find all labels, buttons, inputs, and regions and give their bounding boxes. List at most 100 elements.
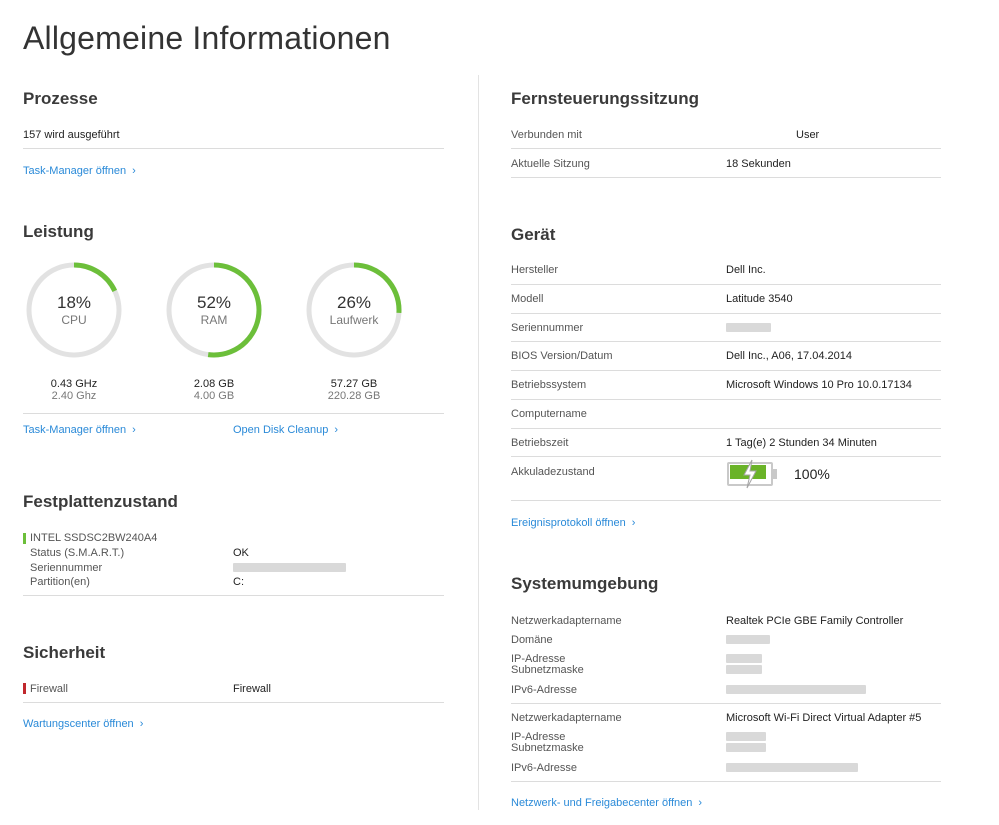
- status-indicator-ok: [23, 533, 26, 544]
- maintenance-center-link-label: Wartungscenter öffnen: [23, 718, 134, 730]
- ipv6-label: IPv6-Adresse: [511, 684, 578, 696]
- lightning-icon: [743, 459, 757, 489]
- battery-icon: [727, 459, 779, 489]
- device-row-value: Latitude 3540: [726, 293, 793, 305]
- chevron-right-icon: ›: [132, 424, 136, 436]
- session-label: Aktuelle Sitzung: [511, 158, 590, 170]
- redacted-ipv6: [726, 763, 858, 772]
- ram-value: 2.08 GB: [193, 378, 235, 390]
- disk-cleanup-link-label: Open Disk Cleanup: [233, 424, 329, 436]
- partition-label: Partition(en): [30, 576, 90, 588]
- divider: [511, 500, 941, 501]
- adapter-label: Netzwerkadaptername: [511, 615, 622, 627]
- redacted-serial: [233, 563, 346, 572]
- divider: [511, 428, 941, 429]
- event-log-link-label: Ereignisprotokoll öffnen: [511, 517, 626, 529]
- device-row-value: Dell Inc., A06, 17.04.2014: [726, 350, 852, 362]
- divider: [511, 781, 941, 782]
- disk-value: 57.27 GB: [330, 378, 378, 390]
- chevron-right-icon: ›: [698, 797, 703, 809]
- device-row-label: Betriebszeit: [511, 437, 569, 449]
- smart-status-value: OK: [233, 547, 249, 559]
- redacted-subnet: [726, 665, 762, 674]
- domain-label: Domäne: [511, 634, 553, 646]
- device-title: Gerät: [511, 225, 556, 244]
- task-manager-link-label: Task-Manager öffnen: [23, 165, 127, 177]
- redacted-ip: [726, 732, 766, 741]
- cpu-value: 0.43 GHz: [50, 378, 98, 390]
- device-row-label: Hersteller: [511, 264, 559, 276]
- performance-title: Leistung: [23, 222, 94, 241]
- connected-value: User: [796, 129, 820, 141]
- divider: [511, 399, 941, 400]
- divider: [23, 413, 444, 414]
- disk-percent: 26%: [336, 293, 372, 312]
- chevron-right-icon: ›: [334, 424, 339, 436]
- device-row-value: 1 Tag(e) 2 Stunden 34 Minuten: [726, 437, 877, 449]
- ram-label: RAM: [200, 313, 228, 327]
- remote-title: Fernsteuerungssitzung: [511, 89, 699, 108]
- device-row-label: BIOS Version/Datum: [511, 350, 613, 362]
- network-center-link[interactable]: Netzwerk- und Freigabecenter öffnen ›: [511, 797, 702, 809]
- drive-name: INTEL SSDSC2BW240A4: [30, 532, 158, 544]
- divider: [511, 284, 941, 285]
- task-manager-link[interactable]: Task-Manager öffnen ›: [23, 165, 136, 177]
- divider: [511, 703, 941, 704]
- smart-status-label: Status (S.M.A.R.T.): [30, 547, 125, 559]
- firewall-value: Firewall: [233, 683, 271, 695]
- adapter-value: Microsoft Wi-Fi Direct Virtual Adapter #…: [726, 712, 922, 724]
- divider: [23, 595, 444, 596]
- redacted-domain: [726, 635, 770, 644]
- task-manager-link-2[interactable]: Task-Manager öffnen ›: [23, 424, 136, 436]
- divider: [23, 148, 444, 149]
- device-row-label: Computername: [511, 408, 587, 420]
- redacted-serial: [726, 323, 771, 332]
- processes-running: 157 wird ausgeführt: [23, 129, 120, 141]
- redacted-ip: [726, 654, 762, 663]
- divider: [511, 456, 941, 457]
- redacted-ipv6: [726, 685, 866, 694]
- system-env-title: Systemumgebung: [511, 574, 659, 593]
- ipv6-label: IPv6-Adresse: [511, 762, 578, 774]
- battery-label: Akkuladezustand: [511, 466, 595, 478]
- event-log-link[interactable]: Ereignisprotokoll öffnen ›: [511, 517, 635, 529]
- device-row-label: Modell: [511, 293, 544, 305]
- adapter-label: Netzwerkadaptername: [511, 712, 622, 724]
- disk-label: Laufwerk: [329, 313, 379, 327]
- device-row-label: Seriennummer: [511, 322, 584, 334]
- session-value: 18 Sekunden: [726, 158, 791, 170]
- chevron-right-icon: ›: [132, 165, 136, 177]
- device-row-value: Dell Inc.: [726, 264, 766, 276]
- network-center-link-label: Netzwerk- und Freigabecenter öffnen: [511, 797, 693, 809]
- task-manager-link-2-label: Task-Manager öffnen: [23, 424, 127, 436]
- adapter-value: Realtek PCIe GBE Family Controller: [726, 615, 904, 627]
- maintenance-center-link[interactable]: Wartungscenter öffnen ›: [23, 718, 143, 730]
- divider: [511, 370, 941, 371]
- security-title: Sicherheit: [23, 643, 106, 662]
- subnet-label: Subnetzmaske: [511, 664, 584, 676]
- disk-cleanup-link[interactable]: Open Disk Cleanup ›: [233, 424, 338, 436]
- status-indicator-alert: [23, 683, 26, 694]
- cpu-max: 2.40 Ghz: [51, 390, 97, 402]
- divider: [511, 177, 941, 178]
- device-row-value: Microsoft Windows 10 Pro 10.0.17134: [726, 379, 912, 391]
- divider: [23, 702, 444, 703]
- disk-health-title: Festplattenzustand: [23, 492, 178, 511]
- battery-percent: 100%: [794, 466, 830, 482]
- cpu-label: CPU: [61, 313, 87, 327]
- ram-percent: 52%: [196, 293, 232, 312]
- partition-value: C:: [233, 576, 244, 588]
- chevron-right-icon: ›: [631, 517, 636, 529]
- firewall-label: Firewall: [30, 683, 68, 695]
- disk-max: 220.28 GB: [327, 390, 381, 402]
- connected-label: Verbunden mit: [511, 129, 582, 141]
- ram-max: 4.00 GB: [193, 390, 235, 402]
- cpu-percent: 18%: [56, 293, 92, 312]
- disk-serial-label: Seriennummer: [30, 562, 103, 574]
- divider: [511, 313, 941, 314]
- divider: [511, 341, 941, 342]
- processes-title: Prozesse: [23, 89, 98, 108]
- divider: [511, 148, 941, 149]
- column-divider: [478, 75, 479, 810]
- chevron-right-icon: ›: [139, 718, 144, 730]
